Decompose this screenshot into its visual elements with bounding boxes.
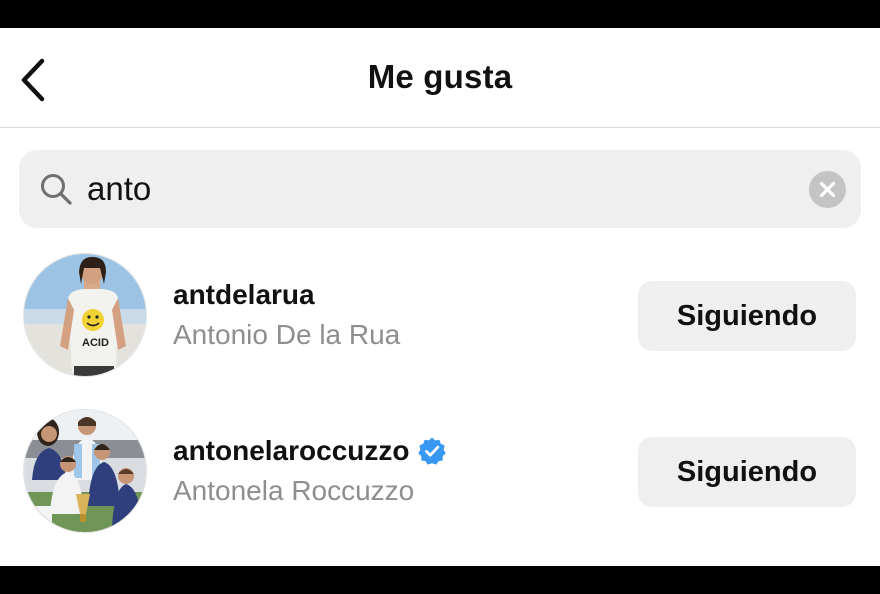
svg-text:ACID: ACID: [82, 337, 109, 349]
list-item[interactable]: ACID antdelarua Antonio De la Rua Siguie…: [0, 253, 880, 377]
page-title: Me gusta: [367, 58, 513, 95]
full-name: Antonela Roccuzzo: [173, 475, 415, 506]
list-item[interactable]: antonelaroccuzzo Antonela Roccuzzo Sigui…: [0, 409, 880, 533]
search-icon: [41, 174, 72, 205]
search-input[interactable]: [87, 164, 787, 214]
avatar-photo: ACID: [24, 254, 146, 376]
avatar[interactable]: ACID: [23, 253, 147, 377]
search-bar[interactable]: [19, 150, 861, 228]
full-name: Antonio De la Rua: [173, 319, 401, 350]
likes-screen: Me gusta anto ACID antdelarua Antonio De…: [0, 28, 880, 566]
clear-search-button[interactable]: [809, 171, 846, 208]
avatar-photo: [24, 410, 146, 532]
clear-icon: [819, 181, 836, 198]
header: Me gusta: [0, 28, 880, 128]
avatar[interactable]: [23, 409, 147, 533]
following-button[interactable]: Siguiendo: [638, 437, 856, 507]
username-text: antdelarua: [173, 279, 315, 310]
following-button[interactable]: Siguiendo: [638, 281, 856, 351]
verified-badge-icon: [418, 437, 447, 465]
username[interactable]: antdelarua: [173, 279, 315, 311]
username-text: antonelaroccuzzo: [173, 435, 410, 466]
username[interactable]: antonelaroccuzzo: [173, 435, 447, 467]
